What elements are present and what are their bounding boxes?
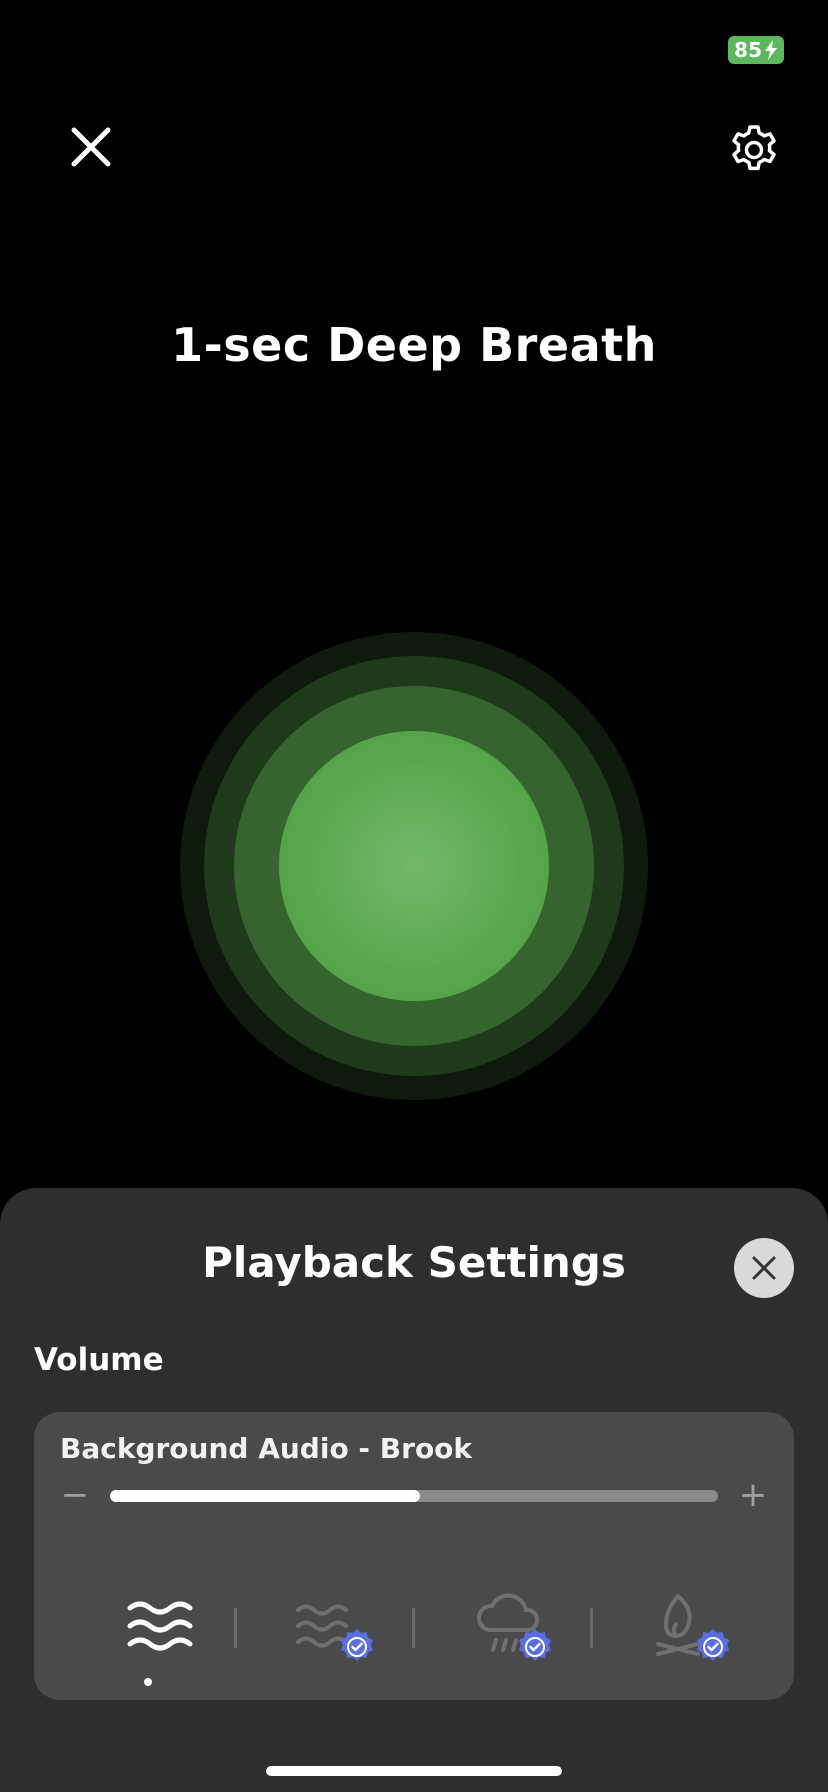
breathing-screen: 85 1-sec Deep Breath Playback Settings V… bbox=[0, 0, 828, 1792]
playback-settings-sheet: Playback Settings Volume Background Audi… bbox=[0, 1188, 828, 1792]
background-audio-label: Background Audio - Brook bbox=[60, 1432, 473, 1465]
verified-badge-icon bbox=[519, 1629, 551, 1661]
verified-badge-icon bbox=[697, 1629, 729, 1661]
sound-option-campfire[interactable] bbox=[640, 1588, 740, 1668]
volume-slider[interactable] bbox=[110, 1490, 718, 1502]
sheet-close-button[interactable] bbox=[734, 1238, 794, 1298]
volume-decrease-button[interactable]: − bbox=[60, 1478, 90, 1512]
close-icon bbox=[752, 1256, 776, 1280]
volume-card: Background Audio - Brook − + bbox=[34, 1412, 794, 1700]
exercise-title: 1-sec Deep Breath bbox=[171, 318, 657, 372]
waves-icon bbox=[127, 1601, 193, 1651]
verified-badge-icon bbox=[341, 1629, 373, 1661]
battery-level: 85 bbox=[734, 38, 762, 62]
sound-option-brook[interactable] bbox=[110, 1588, 210, 1668]
close-icon[interactable] bbox=[68, 124, 114, 170]
gear-icon[interactable] bbox=[728, 124, 780, 176]
sound-option-rain[interactable] bbox=[462, 1588, 562, 1668]
volume-slider-fill bbox=[110, 1490, 421, 1502]
inner-circle bbox=[279, 731, 549, 1001]
sheet-title: Playback Settings bbox=[202, 1238, 626, 1287]
battery-indicator: 85 bbox=[728, 36, 784, 64]
home-indicator[interactable] bbox=[266, 1766, 562, 1776]
volume-increase-button[interactable]: + bbox=[738, 1478, 768, 1512]
sound-divider bbox=[412, 1608, 415, 1648]
sound-divider bbox=[590, 1608, 593, 1648]
breathing-animation bbox=[180, 632, 648, 1100]
sound-divider bbox=[234, 1608, 237, 1648]
volume-section-label: Volume bbox=[34, 1342, 164, 1378]
charging-bolt-icon bbox=[765, 40, 777, 60]
sound-option-ocean[interactable] bbox=[284, 1588, 384, 1668]
selected-indicator-dot bbox=[144, 1678, 152, 1686]
